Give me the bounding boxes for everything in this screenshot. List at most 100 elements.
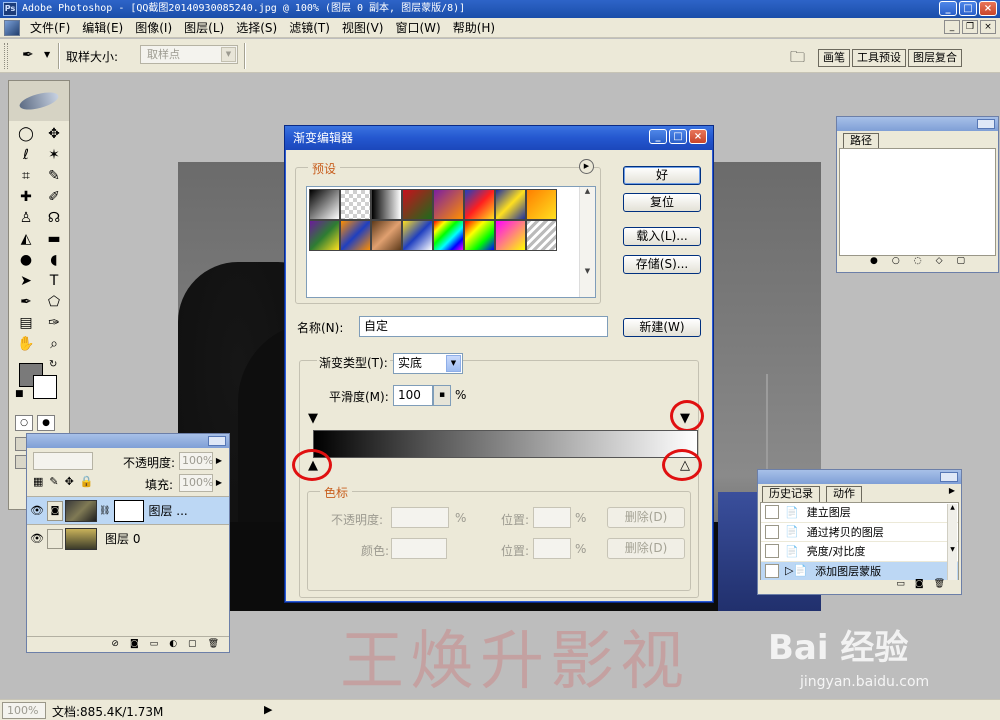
lock-transparency-icon[interactable]: ▦	[33, 475, 43, 488]
marquee-icon[interactable]: ◯	[13, 125, 39, 143]
trash-icon[interactable]: 🗑	[208, 637, 219, 652]
sample-size-select[interactable]: 取样点 ▼	[140, 45, 238, 64]
fill-path-icon[interactable]: ●	[870, 256, 878, 270]
path-to-selection-icon[interactable]: ◌	[914, 256, 922, 270]
history-brush-icon[interactable]: ☊	[41, 209, 67, 227]
status-menu-arrow-icon[interactable]: ▶	[264, 703, 272, 716]
panel-minimize-button[interactable]	[977, 119, 995, 129]
gradient-preset-swatch[interactable]	[340, 189, 371, 220]
dialog-minimize-button[interactable]: _	[649, 129, 667, 144]
tool-preset-arrow-icon[interactable]: ▼	[44, 50, 50, 59]
crop-icon[interactable]: ⌗	[13, 167, 39, 185]
load-button[interactable]: 载入(L)...	[623, 227, 701, 246]
healing-icon[interactable]: ✚	[13, 188, 39, 206]
history-snapshot-box[interactable]	[765, 544, 779, 559]
gradient-preset-swatch[interactable]	[464, 220, 495, 251]
menu-view[interactable]: 视图(V)	[336, 19, 390, 36]
gradient-preset-swatch[interactable]	[340, 220, 371, 251]
eye-icon[interactable]: 👁	[27, 504, 47, 517]
presets-scrollbar[interactable]: ▲ ▼	[579, 187, 595, 297]
gradient-preset-swatch[interactable]	[433, 189, 464, 220]
eyedropper-icon[interactable]: ✒	[22, 47, 34, 63]
layer-thumbnail[interactable]	[65, 499, 97, 522]
lock-pixels-icon[interactable]: ✎	[49, 475, 58, 488]
zoom-icon[interactable]: ⌕	[41, 335, 67, 353]
zoom-level-input[interactable]: 100%	[2, 702, 46, 719]
smoothness-input[interactable]: 100	[393, 385, 433, 406]
eyedropper-icon[interactable]: ✑	[41, 314, 67, 332]
blur-icon[interactable]: ●	[13, 251, 39, 269]
blend-mode-select[interactable]	[33, 452, 93, 470]
delete-opacity-stop-button[interactable]: 删除(D)	[607, 507, 685, 528]
move-icon[interactable]: ✥	[41, 125, 67, 143]
doc-minimize-button[interactable]: _	[944, 20, 960, 34]
default-colors-icon[interactable]: ■	[15, 389, 24, 399]
pen-icon[interactable]: ✒	[13, 293, 39, 311]
reset-button[interactable]: 复位	[623, 193, 701, 212]
fill-slider-arrow-icon[interactable]: ▶	[213, 474, 225, 492]
layer-mask-thumbnail[interactable]	[114, 499, 145, 522]
gradient-preset-swatch[interactable]	[371, 220, 402, 251]
stop-color-swatch[interactable]	[391, 538, 447, 559]
paths-list[interactable]	[839, 148, 996, 256]
layer-opacity-input[interactable]: 100%	[179, 452, 213, 470]
stop-opacity-input[interactable]	[391, 507, 449, 528]
gradient-preset-swatch[interactable]	[433, 220, 464, 251]
type-icon[interactable]: T	[41, 272, 67, 290]
new-path-icon[interactable]: ▢	[956, 256, 965, 270]
menu-edit[interactable]: 编辑(E)	[76, 19, 129, 36]
layer-row[interactable]: 👁 图层 0	[27, 524, 229, 552]
layer-row[interactable]: 👁 ◙ ⛓ 图层 ...	[27, 496, 229, 524]
stamp-icon[interactable]: ♙	[13, 209, 39, 227]
brush-icon[interactable]: ✐	[41, 188, 67, 206]
selection-to-path-icon[interactable]: ◇	[936, 256, 943, 270]
fill-input[interactable]: 100%	[179, 474, 213, 492]
new-document-icon[interactable]: ▭	[896, 579, 905, 593]
paths-panel-titlebar[interactable]	[837, 117, 998, 131]
ok-button[interactable]: 好	[623, 166, 701, 185]
dialog-maximize-button[interactable]: □	[669, 129, 687, 144]
history-snapshot-box[interactable]	[765, 524, 779, 539]
doc-restore-button[interactable]: ❐	[962, 20, 978, 34]
presets-menu-arrow-icon[interactable]: ▶	[579, 159, 594, 174]
layer-mask-mode-icon[interactable]: ◙	[47, 500, 63, 521]
history-snapshot-box[interactable]	[765, 505, 779, 520]
add-mask-icon[interactable]: ◙	[130, 637, 139, 652]
eye-icon[interactable]: 👁	[27, 532, 47, 545]
history-panel-titlebar[interactable]	[758, 470, 961, 484]
gradient-preset-swatch[interactable]	[371, 189, 402, 220]
background-color[interactable]	[33, 375, 57, 399]
gradient-preset-swatch[interactable]	[309, 189, 340, 220]
path-select-icon[interactable]: ➤	[13, 272, 39, 290]
hand-icon[interactable]: ✋	[13, 335, 39, 353]
lasso-icon[interactable]: ℓ	[13, 146, 39, 164]
layer-link-box[interactable]	[47, 528, 63, 549]
history-item[interactable]: 📄 建立图层	[761, 503, 958, 523]
eraser-icon[interactable]: ◭	[13, 230, 39, 248]
chain-link-icon[interactable]: ⛓	[99, 506, 110, 516]
gradient-preset-swatch[interactable]	[526, 220, 557, 251]
menu-help[interactable]: 帮助(H)	[447, 19, 501, 36]
history-snapshot-box[interactable]	[765, 563, 779, 578]
history-scrollbar[interactable]: ▲ ▼	[947, 504, 957, 580]
dialog-titlebar[interactable]: 渐变编辑器 _ □ ×	[285, 126, 713, 150]
delete-color-stop-button[interactable]: 删除(D)	[607, 538, 685, 559]
menu-select[interactable]: 选择(S)	[230, 19, 283, 36]
minimize-button[interactable]: _	[939, 1, 957, 16]
slice-icon[interactable]: ✎	[41, 167, 67, 185]
menu-window[interactable]: 窗口(W)	[389, 19, 446, 36]
panel-minimize-button[interactable]	[208, 436, 226, 446]
save-button[interactable]: 存储(S)...	[623, 255, 701, 274]
history-item[interactable]: 📄 亮度/对比度	[761, 542, 958, 562]
close-button[interactable]: ×	[979, 1, 997, 16]
menu-file[interactable]: 文件(F)	[24, 19, 76, 36]
options-grip[interactable]	[4, 43, 8, 69]
gradient-preset-swatch[interactable]	[402, 189, 433, 220]
tab-layer-comps[interactable]: 图层复合	[908, 49, 962, 67]
tab-paths[interactable]: 路径	[843, 133, 879, 149]
new-button[interactable]: 新建(W)	[623, 318, 701, 337]
link-layers-icon[interactable]: ⊘	[111, 637, 119, 652]
opacity-slider-arrow-icon[interactable]: ▶	[213, 452, 225, 470]
quick-mask-button[interactable]: ●	[37, 415, 55, 431]
tab-history[interactable]: 历史记录	[762, 486, 820, 502]
